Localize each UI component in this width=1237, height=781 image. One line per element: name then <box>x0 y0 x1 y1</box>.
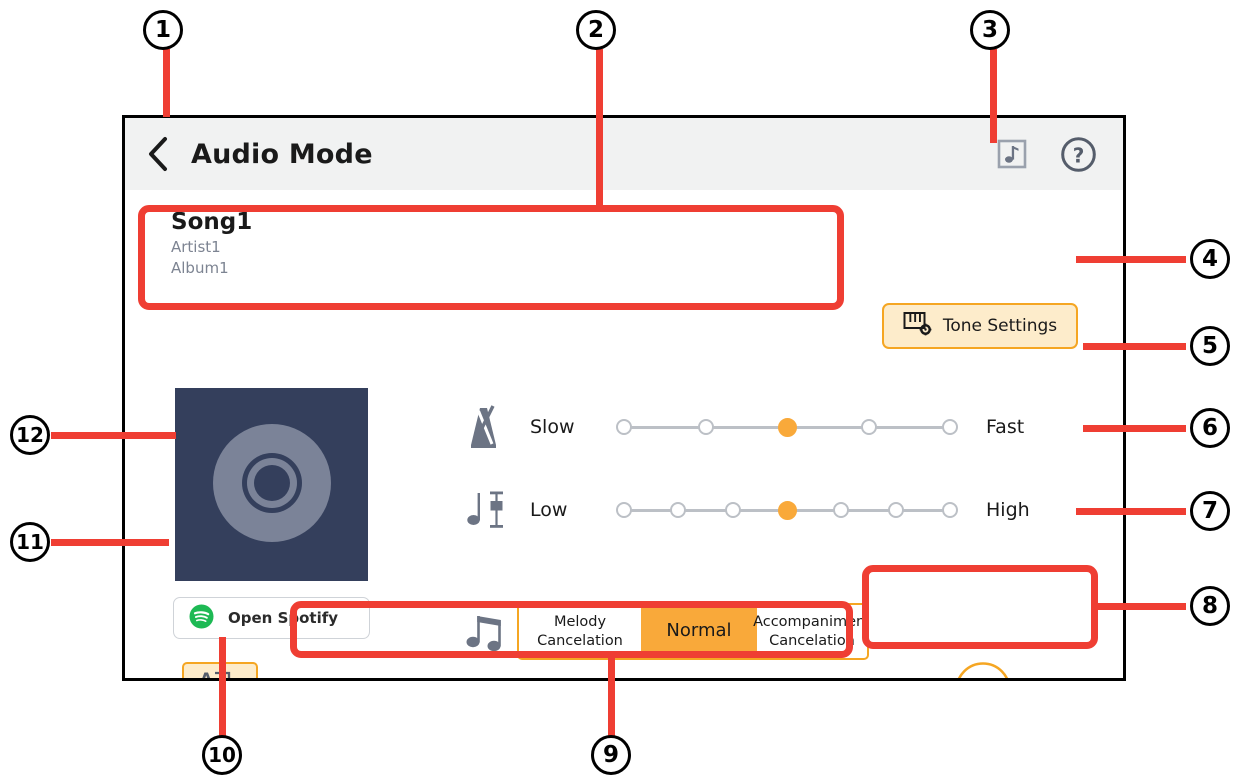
pitch-slider-step-6[interactable] <box>942 502 958 518</box>
pitch-right-label: High <box>986 499 1030 521</box>
pitch-slider-step-5[interactable] <box>887 502 904 518</box>
leader-10 <box>219 637 226 737</box>
callout-7: 7 <box>1190 491 1230 531</box>
leader-6 <box>1083 425 1186 432</box>
chevron-left-icon <box>147 136 169 172</box>
skip-next-icon <box>1044 674 1076 678</box>
total-time-label: 03:00 <box>780 679 835 681</box>
spotify-icon <box>189 604 214 633</box>
progress-slider[interactable] <box>388 679 769 681</box>
vinyl-record-icon <box>197 408 347 562</box>
play-button[interactable] <box>954 661 1012 678</box>
progress-thumb[interactable] <box>388 680 409 682</box>
callout-8: 8 <box>1190 586 1230 626</box>
leader-11 <box>51 539 169 546</box>
leader-1 <box>163 49 170 117</box>
pitch-note-slider-icon <box>455 487 517 533</box>
tone-settings-label: Tone Settings <box>942 316 1058 336</box>
callout-12: 12 <box>10 415 50 455</box>
callout-5: 5 <box>1190 326 1230 366</box>
question-circle-icon[interactable]: ? <box>1060 136 1097 173</box>
callout-1: 1 <box>143 10 183 50</box>
leader-5 <box>1083 343 1186 350</box>
pitch-slider-step-0[interactable] <box>616 502 632 518</box>
pitch-control-row: Low High <box>455 487 1072 533</box>
now-playing-info: Song1 Artist1 Album1 <box>147 202 847 290</box>
leader-3 <box>990 49 997 143</box>
music-note-box-icon[interactable] <box>996 138 1028 170</box>
callout-3: 3 <box>970 10 1010 50</box>
callout-6: 6 <box>1190 408 1230 448</box>
leader-2 <box>596 49 603 211</box>
pitch-slider-step-4[interactable] <box>833 502 850 518</box>
tempo-slider[interactable] <box>616 412 958 442</box>
transport-controls <box>874 658 1092 678</box>
app-header: Audio Mode ? <box>125 118 1123 190</box>
svg-text:A: A <box>200 669 213 681</box>
callout-9: 9 <box>591 735 631 775</box>
tempo-slider-step-4[interactable] <box>942 419 958 435</box>
callout-2: 2 <box>576 10 616 50</box>
segment-normal[interactable]: Normal <box>641 605 757 658</box>
leader-7 <box>1076 508 1186 515</box>
tempo-slider-step-3[interactable] <box>860 419 877 435</box>
previous-button[interactable] <box>890 674 922 678</box>
pitch-slider[interactable] <box>616 495 958 525</box>
svg-text:?: ? <box>1073 143 1085 167</box>
header-actions: ? <box>996 118 1097 190</box>
cancelation-mode-segmented-control[interactable]: Melody Cancelation Normal Accompaniment … <box>517 603 869 660</box>
leader-8 <box>1098 603 1186 610</box>
metronome-icon <box>455 404 517 450</box>
album-art[interactable] <box>175 388 368 581</box>
album-name: Album1 <box>171 259 229 278</box>
leader-9 <box>608 655 615 737</box>
callout-11: 11 <box>10 522 50 562</box>
audio-mode-screen: Audio Mode ? Song1 Artist1 Album1 Tone S… <box>122 115 1126 681</box>
piano-gear-icon <box>903 310 933 342</box>
back-button[interactable] <box>125 118 191 190</box>
pitch-slider-step-1[interactable] <box>670 502 687 518</box>
segment-melody-cancelation[interactable]: Melody Cancelation <box>519 605 641 658</box>
tempo-slider-step-2[interactable] <box>777 417 797 437</box>
pitch-left-label: Low <box>530 499 568 521</box>
artist-name: Artist1 <box>171 237 221 256</box>
pitch-slider-step-2[interactable] <box>724 502 741 518</box>
segment-accompaniment-cancelation[interactable]: Accompaniment Cancelation <box>753 605 867 658</box>
cancelation-icon-row <box>455 608 517 654</box>
app-body: Song1 Artist1 Album1 Tone Settings Open … <box>125 190 1123 678</box>
playback-progress-area: 00:00 03:00 <box>305 668 852 681</box>
tempo-slider-step-0[interactable] <box>616 419 632 435</box>
open-spotify-button[interactable]: Open Spotify <box>173 597 370 639</box>
open-spotify-label: Open Spotify <box>228 609 339 627</box>
beamed-notes-icon <box>455 608 517 654</box>
tone-settings-button[interactable]: Tone Settings <box>882 303 1078 349</box>
leader-4 <box>1076 256 1186 263</box>
pitch-slider-step-3[interactable] <box>777 500 797 520</box>
tempo-left-label: Slow <box>530 416 575 438</box>
leader-12 <box>51 432 176 439</box>
current-time-label: 00:00 <box>322 679 377 681</box>
page-title: Audio Mode <box>191 138 373 170</box>
tempo-control-row: Slow Fast <box>455 404 1072 450</box>
next-button[interactable] <box>1044 674 1076 678</box>
tempo-slider-step-1[interactable] <box>697 419 714 435</box>
play-circle-icon <box>954 661 1012 678</box>
tempo-right-label: Fast <box>986 416 1025 438</box>
skip-previous-icon <box>890 674 922 678</box>
song-title: Song1 <box>171 209 253 235</box>
callout-4: 4 <box>1190 239 1230 279</box>
callout-10: 10 <box>202 735 242 775</box>
